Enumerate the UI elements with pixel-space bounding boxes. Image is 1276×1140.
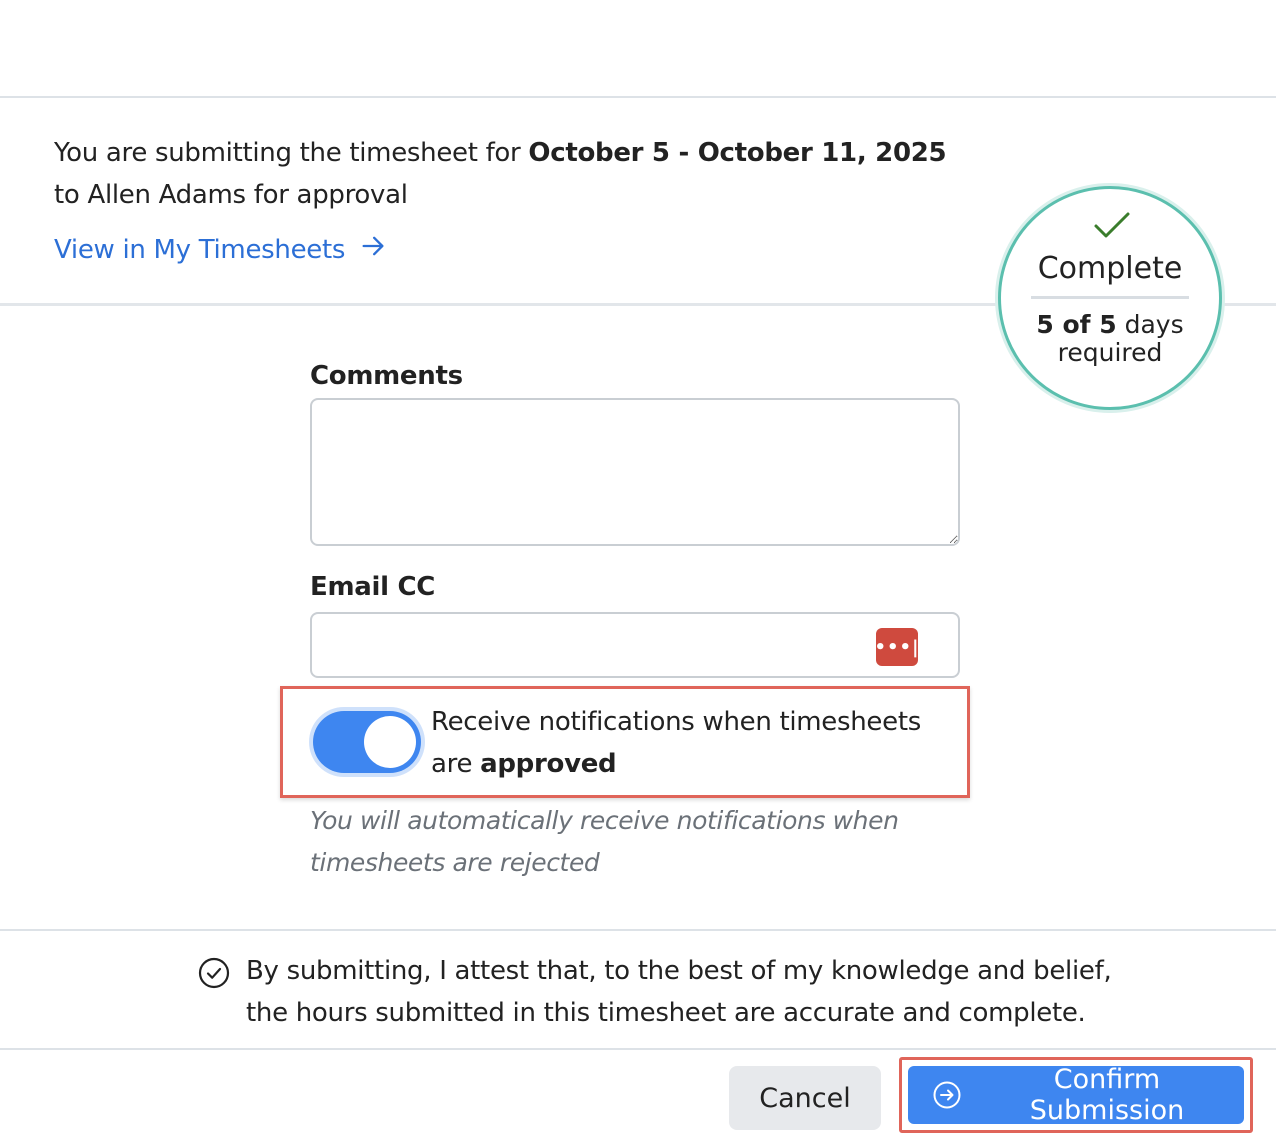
notification-toggle-row: Receive notifications when timesheets ar… — [280, 686, 970, 798]
status-label: Complete — [1037, 251, 1183, 286]
cancel-button[interactable]: Cancel — [729, 1066, 881, 1130]
toggle-knob — [364, 716, 416, 768]
confirm-submission-label: Confirm Submission — [1029, 1064, 1185, 1126]
comments-label: Comments — [310, 361, 463, 391]
footer-divider — [0, 1048, 1276, 1050]
arrow-circle-right-icon — [933, 1081, 961, 1109]
confirm-highlight: Confirm Submission — [899, 1057, 1253, 1133]
summary-prefix: You are submitting the timesheet for — [54, 138, 529, 168]
comments-textarea[interactable] — [310, 398, 960, 546]
toggle-label-bold: approved — [480, 749, 617, 779]
submission-summary: You are submitting the timesheet for Oct… — [54, 132, 947, 216]
email-cc-field[interactable]: •••| — [310, 612, 960, 678]
email-cc-label: Email CC — [310, 572, 436, 602]
rejection-hint: You will automatically receive notificat… — [310, 806, 899, 877]
summary-suffix: to Allen Adams for approval — [54, 180, 408, 210]
status-count-suffix: days — [1116, 310, 1184, 339]
view-link-label: View in My Timesheets — [54, 234, 346, 265]
status-count-line2: required — [1057, 338, 1163, 367]
arrow-right-icon — [359, 232, 387, 267]
confirm-submission-button[interactable]: Confirm Submission — [908, 1064, 1244, 1126]
summary-period: October 5 - October 11, 2025 — [528, 138, 947, 168]
status-divider — [1031, 296, 1189, 299]
approved-notifications-toggle[interactable] — [309, 707, 425, 777]
status-count-value: 5 of 5 — [1036, 310, 1117, 339]
check-circle-icon — [198, 957, 230, 989]
attestation-divider — [0, 929, 1276, 931]
top-divider — [0, 96, 1276, 98]
check-icon — [1094, 212, 1130, 238]
status-count: 5 of 5 days required — [1001, 311, 1219, 367]
completion-status-badge: Complete 5 of 5 days required — [998, 186, 1222, 410]
toggle-label: Receive notifications when timesheets ar… — [431, 701, 961, 785]
password-manager-icon[interactable]: •••| — [874, 628, 919, 666]
view-in-my-timesheets-link[interactable]: View in My Timesheets — [54, 232, 387, 267]
attestation-text: By submitting, I attest that, to the bes… — [246, 956, 1112, 1028]
email-cc-input[interactable] — [324, 614, 868, 676]
